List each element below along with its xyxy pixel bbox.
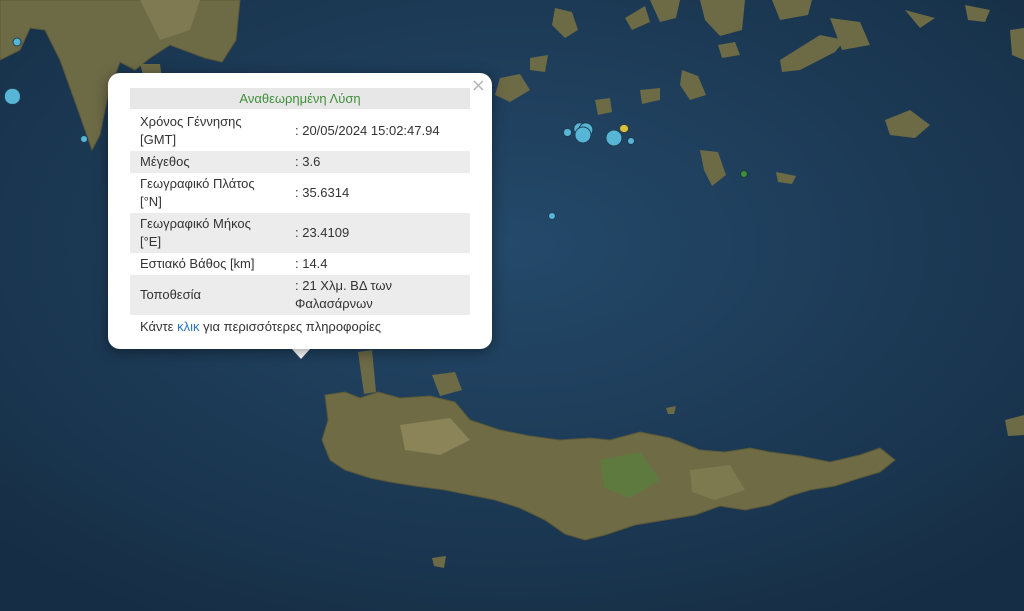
more-info-link[interactable]: κλικ — [177, 319, 199, 334]
row-value: : 3.6 — [285, 151, 470, 173]
row-label: Εστιακό Βάθος [km] — [140, 256, 255, 271]
row-value: : 35.6314 — [295, 185, 350, 200]
earthquake-marker[interactable] — [619, 123, 629, 134]
more-info-prefix: Κάντε — [140, 319, 178, 334]
row-label: Τοποθεσία — [130, 275, 285, 315]
earthquake-popup: × Αναθεωρημένη Λύση Χρόνος Γέννησης [GMT… — [108, 73, 492, 349]
row-value: : 23.4109 — [285, 213, 470, 253]
table-row: Χρόνος Γέννησης [GMT] : 20/05/2024 15:02:… — [130, 111, 470, 151]
table-row: Γεωγραφικό Μήκος [°E]: 23.4109 — [130, 213, 470, 253]
map-view[interactable]: × Αναθεωρημένη Λύση Χρόνος Γέννησης [GMT… — [0, 0, 1024, 611]
info-table: Χρόνος Γέννησης [GMT] : 20/05/2024 15:02:… — [130, 111, 470, 315]
earthquake-marker[interactable] — [12, 37, 22, 47]
row-value: : 20/05/2024 15:02:47.94 — [295, 123, 440, 138]
table-row: Τοποθεσία: 21 Χλμ. ΒΔ των Φαλασάρνων — [130, 275, 470, 315]
earthquake-marker[interactable] — [80, 134, 89, 143]
close-icon[interactable]: × — [471, 77, 486, 95]
earthquake-marker[interactable] — [627, 137, 636, 146]
more-info-line: Κάντε κλικ για περισσότερες πληροφορίες — [130, 315, 470, 334]
row-value: : 21 Χλμ. ΒΔ των Φαλασάρνων — [285, 275, 470, 315]
table-row: Μέγεθος: 3.6 — [130, 151, 470, 173]
more-info-suffix: για περισσότερες πληροφορίες — [199, 319, 382, 334]
row-label: Γεωγραφικό Μήκος [°E] — [130, 213, 285, 253]
row-label: Γεωγραφικό Πλάτος [°N] — [140, 176, 255, 209]
island — [530, 55, 548, 72]
row-value: : 14.4 — [295, 256, 328, 271]
popup-title: Αναθεωρημένη Λύση — [130, 88, 470, 109]
island — [595, 98, 612, 115]
table-row: Γεωγραφικό Πλάτος [°N] : 35.6314 — [130, 173, 470, 213]
popup-tip — [291, 348, 311, 359]
row-label: Χρόνος Γέννησης [GMT] — [140, 114, 242, 147]
row-label: Μέγεθος — [130, 151, 285, 173]
table-row: Εστιακό Βάθος [km] : 14.4 — [130, 253, 470, 275]
